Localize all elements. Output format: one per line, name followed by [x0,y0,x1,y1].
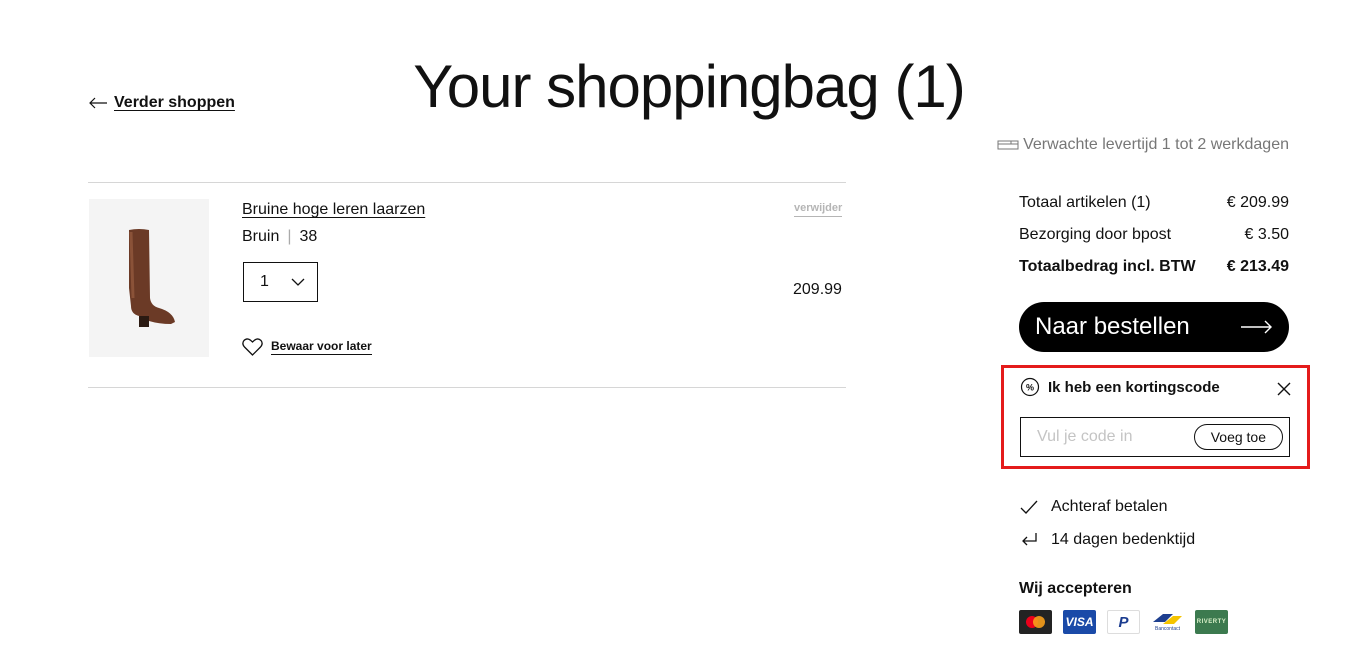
return-arrow-icon [1022,533,1037,546]
product-name-link[interactable]: Bruine hoge leren laarzen [242,201,425,219]
page-title: Your shoppingbag (1) [413,53,966,120]
delivery-text: Verwachte levertijd 1 tot 2 werkdagen [1023,136,1289,153]
perk-return-period: 14 dagen bedenktijd [1019,531,1195,549]
summary-row-shipping: Bezorging door bpost € 3.50 [1019,219,1289,251]
summary-label: Totaal artikelen (1) [1019,194,1151,211]
check-icon [1020,500,1038,514]
save-for-later-link[interactable]: Bewaar voor later [242,338,372,356]
delivery-estimate: Verwachte levertijd 1 tot 2 werkdagen [997,136,1289,154]
summary-row-total: Totaalbedrag incl. BTW € 213.49 [1019,251,1289,283]
discount-code-input[interactable] [1037,428,1187,446]
visa-text: VISA [1065,615,1094,629]
save-for-later-label: Bewaar voor later [271,339,372,355]
product-size: 38 [299,228,318,245]
discount-code-title: Ik heb een kortingscode [1048,378,1220,396]
bancontact-logo: Bancontact [1151,610,1184,634]
summary-row-items: Totaal artikelen (1) € 209.99 [1019,187,1289,219]
discount-code-header[interactable]: % Ik heb een kortingscode [1020,377,1220,397]
chevron-down-icon [291,278,305,286]
close-icon[interactable] [1277,382,1291,396]
visa-logo: VISA [1063,610,1096,634]
divider-top [88,182,846,183]
quantity-select[interactable]: 1 [243,262,318,302]
riverty-text: RIVERTY [1196,619,1227,625]
quantity-value: 1 [260,273,269,290]
summary-label: Bezorging door bpost [1019,226,1172,243]
apply-code-button[interactable]: Voeg toe [1193,424,1283,450]
riverty-logo: RIVERTY [1195,610,1228,634]
truck-icon [997,140,1019,150]
discount-badge-icon: % [1020,377,1040,397]
checkout-button[interactable]: Naar bestellen [1019,302,1289,352]
summary-label: Totaalbedrag incl. BTW [1019,258,1196,275]
divider-bottom [88,387,846,388]
paypal-logo: P [1107,610,1140,634]
svg-text:%: % [1026,383,1034,393]
summary-value: € 209.99 [1226,194,1289,211]
remove-item-link[interactable]: verwijder [794,202,843,217]
payment-logos: VISA P Bancontact RIVERTY [1019,610,1228,634]
mastercard-logo [1019,610,1052,634]
product-color: Bruin [242,228,280,245]
boot-image [129,229,175,327]
payment-methods-title: Wij accepteren [1019,580,1132,597]
summary-value: € 3.50 [1244,226,1289,243]
product-image[interactable] [89,199,209,357]
discount-code-panel: % Ik heb een kortingscode Voeg toe [1001,365,1310,469]
product-meta: Bruin | 38 [242,228,317,246]
discount-code-field: Voeg toe [1020,417,1290,457]
item-price: 209.99 [793,281,842,298]
summary-value: € 213.49 [1226,258,1289,275]
arrow-right-icon [1241,320,1272,334]
heart-icon [242,338,263,356]
perk-label: Achteraf betalen [1051,498,1168,515]
perk-pay-later: Achteraf betalen [1019,498,1168,516]
checkout-label: Naar bestellen [1035,313,1190,340]
meta-separator: | [287,228,292,245]
order-summary: Totaal artikelen (1) € 209.99 Bezorging … [1019,187,1289,283]
perk-label: 14 dagen bedenktijd [1051,531,1196,548]
